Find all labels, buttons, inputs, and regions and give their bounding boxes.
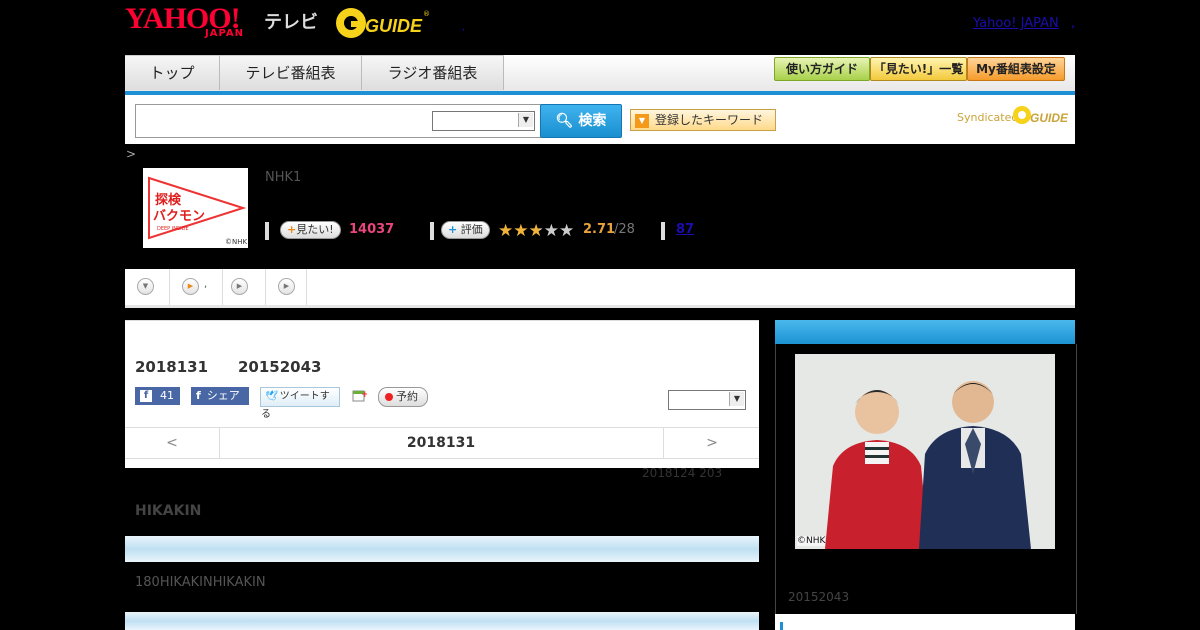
tab-play-2[interactable]: ▶ (223, 269, 266, 305)
sidebar-footer (775, 614, 1075, 630)
search-button-label: 検索 (578, 113, 607, 129)
star-partial-icon: ★ (528, 221, 544, 241)
svg-text:+: + (361, 390, 367, 400)
svg-text:GUIDE: GUIDE (1030, 111, 1068, 125)
star-full-icon: ★ (498, 221, 514, 241)
tab-tv-schedule[interactable]: テレビ番組表 (220, 55, 362, 90)
program-description: 180HIKAKINHIKAKIN (135, 575, 266, 590)
rate-label: 評価 (460, 223, 483, 236)
chevron-down-icon: ▼ (137, 278, 154, 295)
facebook-share-button[interactable]: f シェア (191, 387, 249, 405)
svg-text:©NHK: ©NHK (225, 238, 248, 246)
facebook-icon: f (196, 389, 201, 402)
yahoo-japan-sublogo: JAPAN (205, 28, 244, 39)
svg-text:®: ® (423, 10, 430, 18)
program-logo-thumbnail: 探検 バクモン DEEP INSIDE ©NHK (143, 168, 248, 248)
watchlist-button[interactable]: 「見たい!」一覧 (870, 57, 967, 81)
cast-photo (795, 354, 1055, 549)
want-to-watch-label: 見たい! (296, 223, 334, 236)
photo-copyright: ©NHK (797, 536, 826, 546)
dropdown-arrow-icon: ▼ (635, 113, 649, 128)
star-empty-icon: ★ (559, 221, 575, 241)
breadcrumb: > (126, 147, 137, 161)
yahoo-japan-link[interactable]: Yahoo! JAPAN (973, 16, 1059, 31)
tab-top[interactable]: トップ (125, 55, 220, 90)
want-to-watch-button[interactable]: +見たい! (280, 221, 341, 239)
reviews-link[interactable]: 87 (676, 222, 694, 237)
divider (265, 222, 269, 240)
play-icon: ▶ (278, 278, 295, 295)
facebook-share-label: シェア (206, 389, 240, 402)
divider (661, 222, 665, 240)
program-id: 20152043 (238, 358, 322, 376)
previous-broadcast-info: 2018124 203 (642, 466, 723, 480)
star-empty-icon: ★ (543, 221, 559, 241)
svg-text:DEEP INSIDE: DEEP INSIDE (157, 226, 189, 232)
guide-button[interactable]: 使い方ガイド (774, 57, 870, 81)
record-dot-icon (385, 393, 393, 401)
program-tabs: ▼ ▶ , ▶ ▶ (125, 269, 1075, 308)
performer-name: HIKAKIN (135, 503, 202, 519)
reserve-label: 予約 (396, 390, 418, 403)
rating-count: /28 (614, 222, 635, 237)
header-separator: , (462, 22, 466, 33)
search-category-select[interactable]: ▼ (432, 111, 535, 131)
facebook-icon: f (140, 390, 152, 402)
rate-button[interactable]: + 評価 (441, 221, 490, 239)
tab-radio-schedule[interactable]: ラジオ番組表 (362, 55, 504, 90)
reserve-button[interactable]: 予約 (378, 387, 428, 407)
divider (780, 622, 783, 630)
sidebar-header (775, 320, 1075, 344)
day-navigation: < 2018131 > (125, 427, 759, 459)
broadcast-date: 2018131 (135, 358, 209, 376)
gguide-small-logo: GUIDE (1013, 106, 1068, 125)
channel-name: NHK1 (265, 170, 302, 185)
star-full-icon: ★ (513, 221, 529, 241)
svg-text:GUIDE: GUIDE (365, 16, 423, 36)
search-icon: 🔍︎ (555, 113, 574, 129)
tab-play-1[interactable]: ▶ , (170, 269, 223, 305)
chevron-down-icon: ▼ (518, 113, 533, 127)
facebook-like-button[interactable]: f 41 (135, 387, 180, 405)
section-header-band (125, 612, 759, 630)
saved-keywords-label: 登録したキーワード (655, 113, 764, 127)
gguide-logo[interactable]: GUIDE ® (335, 6, 430, 40)
syndicated-text: Syndicated (957, 111, 1019, 124)
rating-stars: ★★★★★ (498, 221, 574, 240)
play-icon: ▶ (182, 278, 199, 295)
main-navbar: トップ テレビ番組表 ラジオ番組表 使い方ガイド 「見たい!」一覧 My番組表設… (125, 55, 1075, 95)
tv-logo-text[interactable]: テレビ (264, 8, 318, 34)
section-header-band (125, 536, 759, 562)
facebook-like-count: 41 (160, 389, 174, 402)
svg-text:探検: 探検 (155, 192, 182, 208)
twitter-bird-icon: 🕊︎ (265, 391, 278, 402)
search-button[interactable]: 🔍︎ 検索 (540, 104, 622, 138)
chevron-down-icon: ▼ (729, 392, 744, 406)
saved-keywords-button[interactable]: ▼ 登録したキーワード (630, 109, 776, 131)
rating-value: 2.71 (583, 222, 616, 237)
sidebar-program-id: 20152043 (788, 590, 850, 604)
play-icon: ▶ (231, 278, 248, 295)
plus-icon: + (287, 223, 297, 236)
tab-play-1-text: , (204, 279, 208, 290)
want-to-watch-count: 14037 (349, 222, 395, 237)
divider (430, 222, 434, 240)
tweet-button[interactable]: 🕊︎ ツイートする (260, 387, 340, 420)
plus-icon: + (448, 223, 458, 236)
program-options-select[interactable]: ▼ (668, 390, 746, 410)
my-schedule-settings-button[interactable]: My番組表設定 (967, 57, 1065, 81)
header-dot: , (1071, 16, 1076, 31)
previous-day-button[interactable]: < (125, 428, 220, 458)
svg-text:バクモン: バクモン (153, 209, 205, 224)
tab-info[interactable]: ▼ (125, 269, 170, 305)
next-day-button[interactable]: > (663, 428, 760, 458)
current-day: 2018131 (406, 435, 476, 451)
tab-play-3[interactable]: ▶ (266, 269, 307, 305)
calendar-add-icon[interactable]: + (352, 388, 369, 403)
